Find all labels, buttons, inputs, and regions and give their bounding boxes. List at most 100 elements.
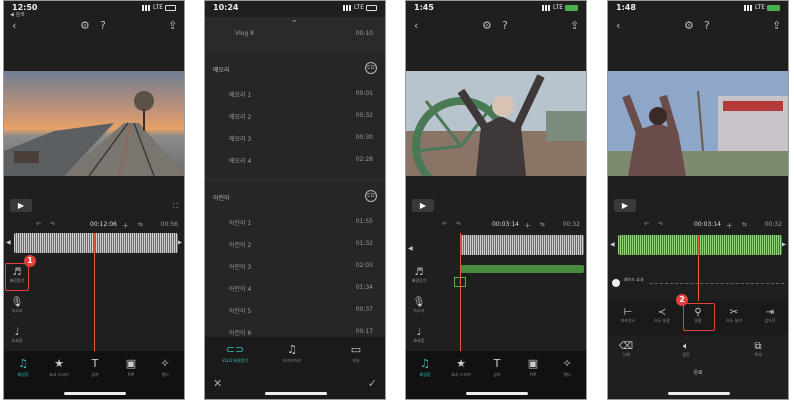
list-item[interactable]: 어린이 3 02:03 — [205, 257, 385, 275]
bgm-track[interactable] — [460, 265, 584, 273]
tool-sound-effect[interactable]: ♩ 효과음 — [408, 327, 430, 344]
add-icon[interactable]: + — [524, 221, 531, 230]
volume-button[interactable]: 🔈︎ 음량 — [672, 341, 700, 358]
share-icon[interactable]: ⇪ — [168, 19, 177, 32]
tab-files[interactable]: ▭ 파일 — [341, 343, 371, 364]
tab-library[interactable]: ♫ 라이브러리 — [277, 343, 307, 364]
railroad-scene — [4, 91, 184, 176]
mic-icon: 🎙︎ — [10, 297, 24, 308]
tab-filter[interactable]: ✧ 필터 — [552, 357, 582, 378]
check-icon[interactable]: ✓ — [368, 377, 377, 390]
tool-forward[interactable]: ⇥ 앞으로 — [756, 307, 784, 324]
tool-sound-effect[interactable]: ♩ 효과음 — [6, 327, 28, 344]
swap-icon[interactable]: ⇆ — [138, 221, 143, 228]
scroll-left-icon[interactable]: ◀ — [408, 245, 413, 252]
share-icon[interactable]: ⇪ — [772, 19, 781, 32]
tab-pip[interactable]: ▣ PIP — [518, 357, 548, 377]
list-item[interactable]: 어린이 5 00:37 — [205, 301, 385, 319]
fullscreen-icon[interactable]: ⛶ — [173, 202, 178, 211]
gear-icon[interactable]: ⚙ — [80, 19, 90, 32]
add-icon[interactable]: + — [726, 221, 733, 230]
source-tab-bar: ⊂⊃ VLLO 배경음악 ♫ 라이브러리 ▭ 파일 ✕ ✓ — [205, 337, 385, 399]
redo-icon[interactable]: ↷ — [50, 221, 55, 228]
chevron-down-icon[interactable]: ⌄ — [291, 15, 298, 24]
top-toolbar: ‹ ⚙ ? ⇪ — [406, 17, 586, 35]
tab-pip[interactable]: ▣ PIP — [116, 357, 146, 377]
tool-detach[interactable]: ✂ 속도 분리 — [720, 307, 748, 324]
tool-recording[interactable]: 🎙︎ 녹소리 — [408, 297, 430, 314]
play-button[interactable]: ▶ — [614, 199, 636, 212]
list-item[interactable]: 메모리 4 02:28 — [205, 151, 385, 169]
back-chevron-icon[interactable]: ‹ — [12, 19, 16, 32]
swap-icon[interactable]: ⇆ — [540, 221, 545, 228]
tab-filter[interactable]: ✧ 필터 — [150, 357, 180, 378]
tab-text[interactable]: T 글자 — [482, 357, 512, 378]
undo-icon[interactable]: ↶ — [442, 221, 447, 228]
tab-vllo-bgm[interactable]: ⊂⊃ VLLO 배경음악 — [213, 343, 257, 364]
tool-recording[interactable]: 🎙︎ 녹소리 — [6, 297, 28, 314]
tab-text[interactable]: T 글자 — [80, 357, 110, 378]
sound-effect-icon: ♩ — [416, 327, 422, 338]
list-item[interactable]: 메모리 3 00:30 — [205, 129, 385, 147]
help-icon[interactable]: ? — [502, 19, 508, 32]
folder-icon: ▭ — [350, 343, 362, 356]
list-item[interactable]: Vlog 8 00:10 — [205, 25, 385, 43]
list-item[interactable]: 어린이 1 01:55 — [205, 213, 385, 231]
done-button[interactable]: 완료 — [608, 369, 788, 376]
audio-waveform-track[interactable] — [460, 235, 584, 255]
tab-bgm[interactable]: ♫ 배경음 — [410, 357, 440, 378]
playhead[interactable] — [94, 233, 95, 351]
status-icons: LTE — [542, 4, 578, 11]
back-chevron-icon[interactable]: ‹ — [616, 19, 620, 32]
list-item[interactable]: 메모리 1 00:01 — [205, 85, 385, 103]
play-button[interactable]: ▶ — [412, 199, 434, 212]
audio-waveform-track[interactable] — [14, 233, 178, 253]
person-scene — [406, 71, 586, 176]
section-title: 어린이 — [213, 195, 230, 202]
add-icon[interactable]: + — [122, 221, 129, 230]
undo-icon[interactable]: ↶ — [644, 221, 649, 228]
tool-bgm[interactable]: ♬ 배경음악 — [408, 267, 430, 284]
list-item[interactable]: 어린이 2 01:32 — [205, 235, 385, 253]
redo-icon[interactable]: ↷ — [456, 221, 461, 228]
bgm-waveform-track[interactable] — [618, 235, 782, 255]
tab-bgm[interactable]: ♫ 배경음 — [8, 357, 38, 378]
co-badge: CO — [365, 190, 377, 202]
playhead[interactable] — [460, 233, 461, 351]
redo-icon[interactable]: ↷ — [658, 221, 663, 228]
copy-button[interactable]: ⧉ 복제 — [744, 341, 772, 358]
volume-ruler[interactable] — [650, 283, 784, 284]
close-icon[interactable]: ✕ — [213, 377, 222, 390]
scroll-left-icon[interactable]: ◀ — [6, 239, 11, 246]
tab-sticker[interactable]: ★ 효과 스티커 — [446, 357, 476, 378]
undo-icon[interactable]: ↶ — [36, 221, 41, 228]
list-item[interactable]: 어린이 4 01:34 — [205, 279, 385, 297]
gear-icon[interactable]: ⚙ — [684, 19, 694, 32]
help-icon[interactable]: ? — [100, 19, 106, 32]
delete-button[interactable]: ⌫ 삭제 — [612, 341, 640, 358]
share-icon[interactable]: ⇪ — [570, 19, 579, 32]
scroll-right-icon[interactable]: ▶ — [177, 239, 182, 246]
list-item[interactable]: 메모리 2 00:32 — [205, 107, 385, 125]
fade-toggle[interactable] — [612, 279, 620, 287]
bgm-icon: ♬ — [414, 267, 424, 278]
battery-icon — [366, 4, 377, 11]
step-badge: 1 — [24, 255, 36, 267]
tab-sticker[interactable]: ★ 효과 스티커 — [44, 357, 74, 378]
signal-icon — [542, 4, 552, 11]
tool-speed-split[interactable]: ≺ 속도 분할 — [648, 307, 676, 324]
co-badge: CO — [365, 62, 377, 74]
scroll-right-icon[interactable]: ▶ — [781, 241, 786, 248]
music-icon: ♫ — [420, 357, 430, 370]
gear-icon[interactable]: ⚙ — [482, 19, 492, 32]
swap-icon[interactable]: ⇆ — [742, 221, 747, 228]
playhead[interactable] — [698, 235, 699, 305]
scroll-left-icon[interactable]: ◀ — [610, 241, 615, 248]
back-chevron-icon[interactable]: ‹ — [414, 19, 418, 32]
tool-trim[interactable]: ⊢ 퍼포먼스 — [614, 307, 642, 324]
play-button[interactable]: ▶ — [10, 199, 32, 212]
music-icon: ♫ — [287, 343, 297, 356]
help-icon[interactable]: ? — [704, 19, 710, 32]
status-time: 1:45 — [414, 3, 434, 12]
phone-panel-4: 1:48 LTE ‹ ⚙ ? ⇪ ▶ ↶ ↷ 00:03:14 + ⇆ 00:3… — [607, 0, 789, 400]
